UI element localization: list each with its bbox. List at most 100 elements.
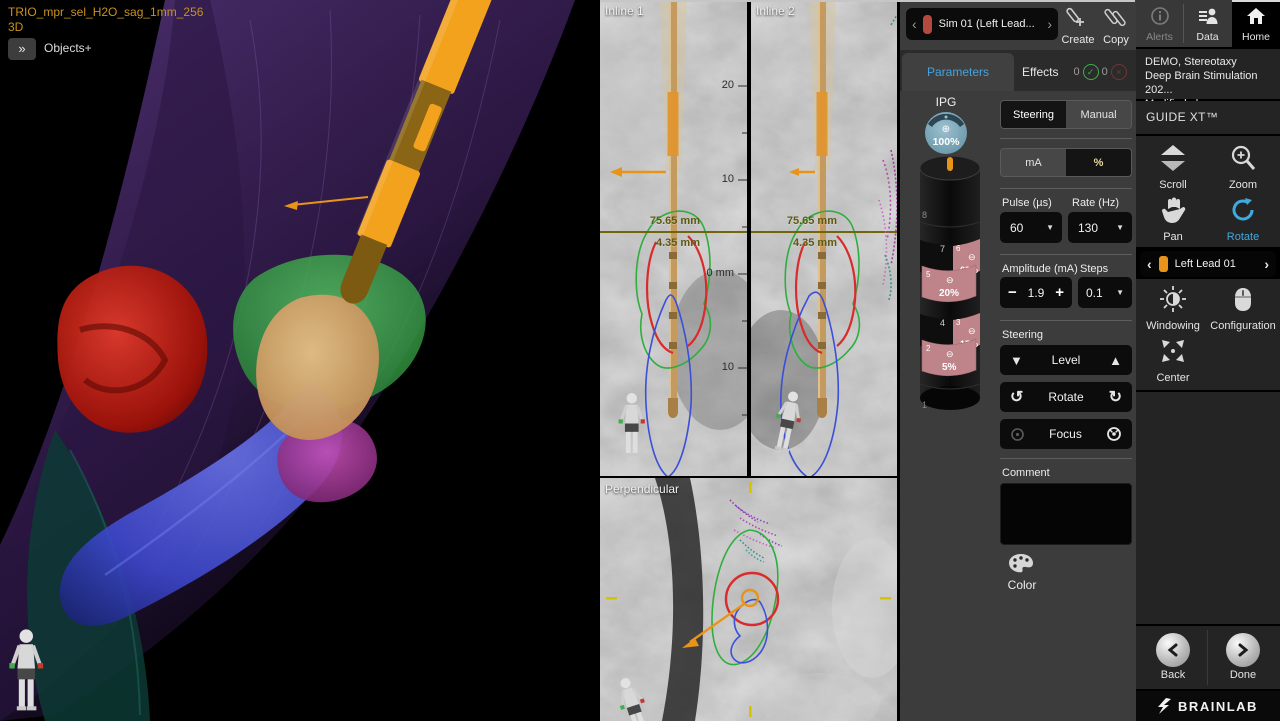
- patient-info: DEMO, Stereotaxy Deep Brain Stimulation …: [1136, 49, 1280, 99]
- lead-orientation-marker: [947, 157, 953, 171]
- rate-dropdown[interactable]: 130 ▼: [1068, 212, 1132, 243]
- view-tools-section: Scroll Zoom Pan Rotate: [1136, 136, 1280, 247]
- windowing-icon: [1159, 285, 1187, 313]
- mode-manual[interactable]: Manual: [1066, 101, 1131, 128]
- ruler-tick-minus10: 10: [704, 361, 734, 373]
- svg-text:⊖: ⊖: [946, 349, 954, 359]
- guide-xt-app: TRIO_mpr_sel_H2O_sag_1mm_2563D » Objects…: [0, 0, 1280, 721]
- rotate-tool[interactable]: Rotate: [1208, 196, 1278, 243]
- objects-expand-button[interactable]: »: [8, 38, 36, 60]
- depth-line-inline1: [600, 231, 747, 233]
- view-perpendicular[interactable]: Perpendicular: [600, 478, 897, 721]
- objects-button-label[interactable]: Objects+: [44, 41, 92, 55]
- effects-pass-count: 0: [1073, 66, 1079, 78]
- sim-lead-color-pill: [923, 15, 932, 34]
- level-up-button[interactable]: ▲: [1109, 353, 1122, 368]
- comment-input[interactable]: [1000, 483, 1132, 545]
- module-title-section: GUIDE XT™: [1136, 101, 1280, 134]
- chevron-left-icon: [1167, 643, 1179, 657]
- cross-circle-icon: ×: [1111, 64, 1127, 80]
- display-tools-section: Windowing Configuration Center: [1136, 279, 1280, 390]
- double-chevron-icon: »: [18, 41, 25, 56]
- chevron-left-icon[interactable]: ‹: [1140, 256, 1159, 272]
- series-label: TRIO_mpr_sel_H2O_sag_1mm_2563D: [8, 5, 203, 35]
- svg-text:⊖: ⊖: [968, 326, 976, 336]
- lead-selector[interactable]: ‹ Left Lead 01 ›: [1140, 251, 1276, 277]
- mode-steering[interactable]: Steering: [1001, 101, 1066, 128]
- steps-dropdown[interactable]: 0.1 ▼: [1078, 277, 1132, 308]
- hand-icon: [1160, 196, 1186, 224]
- chevron-left-icon[interactable]: ‹: [906, 16, 923, 32]
- divider: [1000, 458, 1132, 459]
- amplitude-decrease-button[interactable]: −: [1000, 284, 1025, 301]
- view-inline-1[interactable]: Inline 1 75.65 mm 4.35 mm 20 10 0 mm 10: [600, 0, 747, 476]
- svg-text:100%: 100%: [933, 136, 961, 148]
- center-tool[interactable]: Center: [1138, 337, 1208, 384]
- ipg-icon[interactable]: ⊕ 100%: [919, 108, 973, 156]
- tab-effects[interactable]: Effects 0 ✓ 0 ×: [1022, 53, 1136, 91]
- chevron-right-icon: [1237, 643, 1249, 657]
- amplitude-stepper: − 1.9 +: [1000, 277, 1072, 308]
- pulse-label: Pulse (µs): [1002, 197, 1052, 209]
- lead-diagram[interactable]: 8 7 6 ⊖ 60% 5 ⊖ 20% 4 3 ⊖ 15% 2 ⊖ 5% 1: [908, 152, 992, 416]
- amplitude-label: Amplitude (mA): [1002, 263, 1078, 275]
- info-circle-icon: [1150, 6, 1170, 26]
- configuration-tool[interactable]: Configuration: [1208, 285, 1278, 332]
- pulse-dropdown[interactable]: 60 ▼: [1000, 212, 1062, 243]
- lead-selector-label: Left Lead 01: [1175, 258, 1258, 270]
- scroll-tool[interactable]: Scroll: [1138, 144, 1208, 191]
- chevron-right-icon[interactable]: ›: [1041, 16, 1058, 32]
- pan-tool[interactable]: Pan: [1138, 196, 1208, 243]
- done-button[interactable]: Done: [1208, 633, 1278, 681]
- rotate-icon: [1229, 196, 1257, 224]
- simulation-selector[interactable]: ‹ Sim 01 (Left Lead... ›: [906, 8, 1058, 40]
- home-button[interactable]: Home: [1232, 0, 1280, 47]
- unit-ma[interactable]: mA: [1001, 149, 1066, 176]
- view-3d[interactable]: TRIO_mpr_sel_H2O_sag_1mm_2563D » Objects…: [0, 0, 598, 721]
- brand-name: BRAINLAB: [1178, 699, 1258, 714]
- chevron-right-icon[interactable]: ›: [1257, 256, 1276, 272]
- amplitude-value: 1.9: [1028, 286, 1045, 300]
- remaining-measurement-2: 4.35 mm: [777, 237, 837, 249]
- top-button-row: Alerts Data Home: [1136, 0, 1280, 47]
- scroll-icon: [1158, 144, 1188, 172]
- copy-button[interactable]: Copy: [1096, 6, 1136, 46]
- rotate-ccw-button[interactable]: ↺: [1010, 387, 1023, 407]
- focus-spread-icon[interactable]: [1010, 427, 1025, 442]
- divider: [1000, 254, 1132, 255]
- back-button[interactable]: Back: [1138, 633, 1208, 681]
- depth-measurement: 75.65 mm: [628, 215, 700, 227]
- perpendicular-scene: [600, 478, 897, 721]
- ruler-tick-20: 20: [704, 79, 734, 91]
- zoom-icon: [1229, 144, 1257, 172]
- svg-text:2: 2: [926, 344, 931, 353]
- rotate-cw-button[interactable]: ↻: [1109, 387, 1122, 407]
- chevron-down-icon: ▼: [1116, 288, 1132, 297]
- divider: [1000, 188, 1132, 189]
- effects-fail-count: 0: [1102, 66, 1108, 78]
- level-down-button[interactable]: ▼: [1010, 353, 1023, 368]
- color-button-label[interactable]: Color: [992, 578, 1052, 592]
- color-palette-icon[interactable]: [1008, 552, 1034, 574]
- windowing-tool[interactable]: Windowing: [1138, 285, 1208, 332]
- divider: [1000, 320, 1132, 321]
- data-button[interactable]: Data: [1184, 0, 1231, 47]
- svg-text:20%: 20%: [939, 288, 959, 299]
- anatomy-3d-scene: [0, 0, 598, 721]
- amplitude-increase-button[interactable]: +: [1047, 284, 1072, 301]
- check-circle-icon: ✓: [1083, 64, 1099, 80]
- view-inline-2[interactable]: Inline 2 75.65 mm 4.35 mm: [751, 0, 897, 476]
- zoom-tool[interactable]: Zoom: [1208, 144, 1278, 191]
- svg-text:8: 8: [922, 210, 927, 220]
- unit-percent[interactable]: %: [1066, 149, 1131, 176]
- create-button[interactable]: Create: [1058, 6, 1098, 46]
- copy-icon: [1104, 6, 1128, 28]
- tab-parameters[interactable]: Parameters: [902, 53, 1014, 91]
- alerts-button[interactable]: Alerts: [1136, 0, 1183, 47]
- empty-section: [1136, 392, 1280, 624]
- data-patient-icon: [1197, 6, 1219, 26]
- lead-color-pill: [1159, 256, 1168, 272]
- comment-label: Comment: [1002, 467, 1050, 479]
- svg-text:3: 3: [956, 318, 961, 327]
- focus-narrow-icon[interactable]: [1106, 426, 1122, 442]
